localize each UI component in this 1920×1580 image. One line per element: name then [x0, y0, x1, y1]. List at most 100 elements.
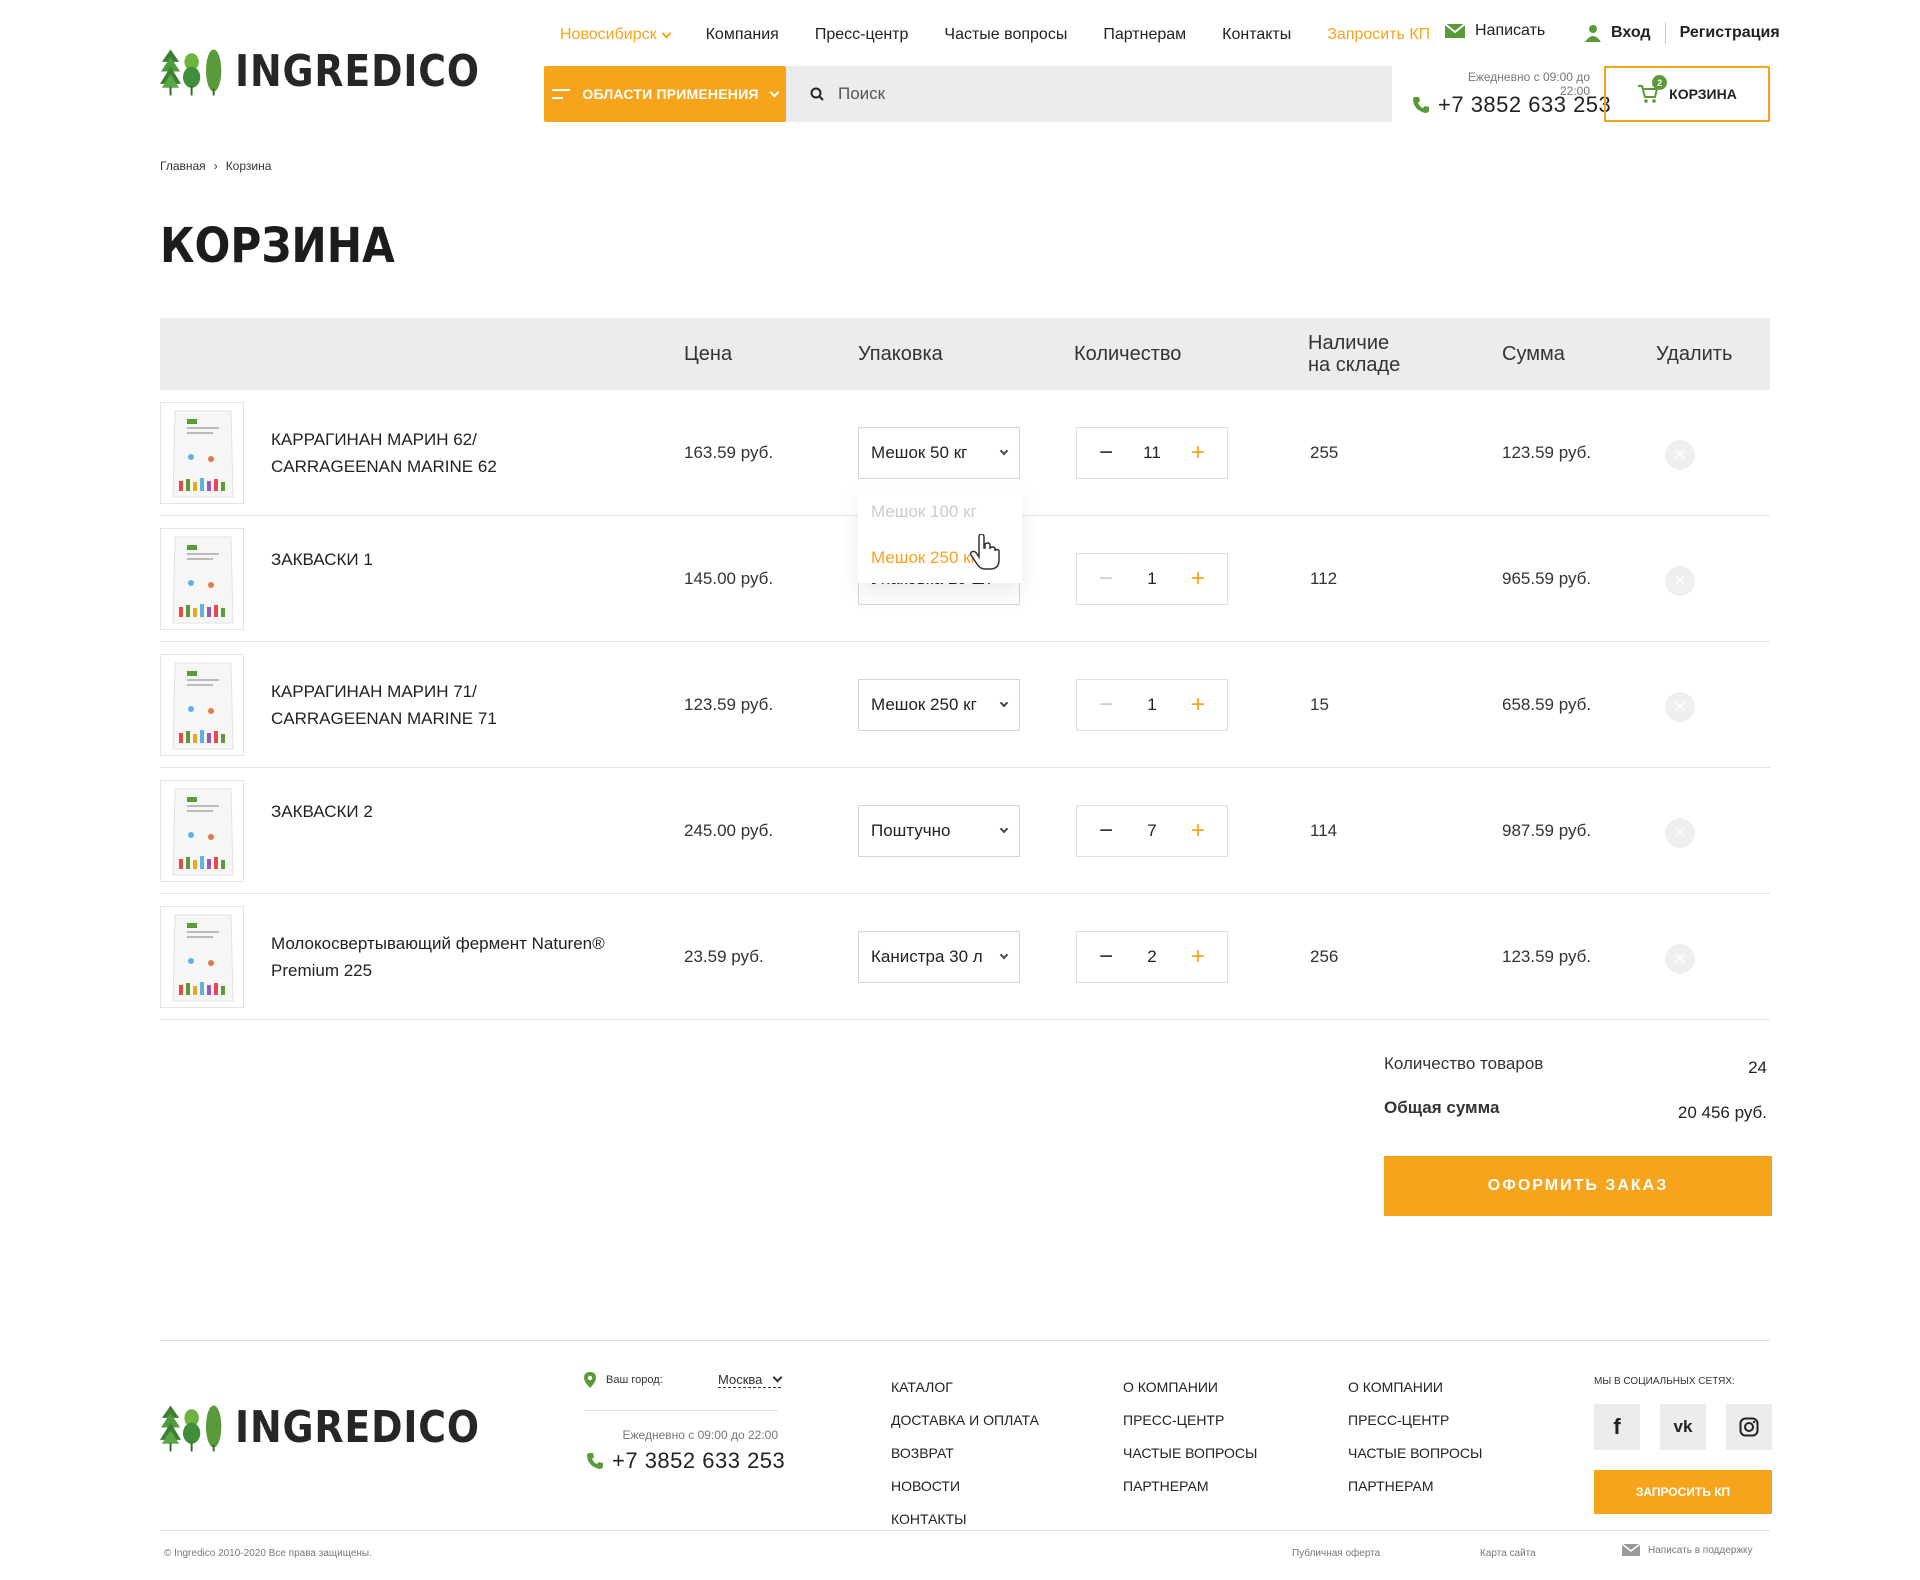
request-kp-link[interactable]: Запросить КП [1327, 26, 1430, 44]
footer-city-selector[interactable]: Ваш город: Москва [584, 1372, 783, 1388]
product-name[interactable]: ЗАКВАСКИ 1 [271, 516, 611, 642]
footer-request-kp-button[interactable]: ЗАПРОСИТЬ КП [1594, 1470, 1772, 1514]
nav-press[interactable]: Пресс-центр [815, 26, 909, 44]
nav-contacts[interactable]: Контакты [1222, 26, 1291, 44]
write-link[interactable]: Написать [1445, 22, 1545, 40]
phone-link[interactable]: +7 3852 633 253 [1412, 92, 1611, 118]
nav-partners[interactable]: Партнерам [1103, 26, 1186, 44]
search-input[interactable]: Поиск [786, 66, 1392, 122]
chevron-down-icon [999, 698, 1009, 708]
facebook-button[interactable]: f [1594, 1404, 1640, 1450]
product-thumbnail[interactable] [160, 654, 244, 756]
city-selector[interactable]: Новосибирск [560, 26, 672, 44]
nav-company[interactable]: Компания [706, 26, 779, 44]
minus-button[interactable]: − [1099, 441, 1113, 465]
footer-logo[interactable]: INGREDICO [160, 1374, 520, 1480]
product-name[interactable]: ЗАКВАСКИ 2 [271, 768, 611, 894]
footer-link[interactable]: ЧАСТЫЕ ВОПРОСЫ [1123, 1436, 1257, 1469]
quantity-value[interactable]: 2 [1147, 947, 1156, 967]
plus-button[interactable]: + [1191, 693, 1205, 717]
pack-select[interactable]: Канистра 30 л [858, 931, 1020, 983]
product-name[interactable]: Молокосвертывающий фермент Naturen® Prem… [271, 894, 611, 1020]
minus-button[interactable]: − [1099, 567, 1113, 591]
delete-button[interactable]: ✕ [1665, 440, 1695, 470]
top-nav: Новосибирск Компания Пресс-центр Частые … [560, 22, 1466, 48]
instagram-button[interactable] [1726, 1404, 1772, 1450]
footer-city-name: Москва [718, 1372, 763, 1387]
product-price: 245.00 руб. [684, 821, 774, 840]
pack-select[interactable]: Мешок 50 кг [858, 427, 1020, 479]
footer-link[interactable]: НОВОСТИ [891, 1469, 1039, 1502]
support-label: Написать в поддержку [1648, 1544, 1753, 1556]
product-package-icon [172, 536, 234, 624]
logo-trees-icon [160, 1405, 222, 1452]
plus-button[interactable]: + [1191, 945, 1205, 969]
footer-link[interactable]: ПАРТНЕРАМ [1123, 1469, 1257, 1502]
checkout-button[interactable]: ОФОРМИТЬ ЗАКАЗ [1384, 1156, 1772, 1216]
login-link[interactable]: Вход [1611, 24, 1651, 42]
support-link[interactable]: Написать в поддержку [1622, 1544, 1753, 1556]
footer-link[interactable]: ПАРТНЕРАМ [1348, 1469, 1482, 1502]
sitemap-link[interactable]: Карта сайта [1480, 1548, 1536, 1559]
delete-button[interactable]: ✕ [1665, 566, 1695, 596]
cart-count-badge: 2 [1652, 75, 1668, 90]
footer-link[interactable]: О КОМПАНИИ [1348, 1370, 1482, 1403]
nav-faq[interactable]: Частые вопросы [944, 26, 1067, 44]
cart-button[interactable]: 2 КОРЗИНА [1604, 66, 1770, 122]
delete-button[interactable]: ✕ [1665, 692, 1695, 722]
logo-text: INGREDICO [235, 45, 481, 97]
product-thumbnail[interactable] [160, 906, 244, 1008]
chevron-down-icon [772, 1372, 783, 1383]
footer-phone-number: +7 3852 633 253 [612, 1448, 786, 1473]
product-name[interactable]: КАРРАГИНАН МАРИН 71/ CARRAGEENAN MARINE … [271, 642, 611, 768]
footer-link[interactable]: ПРЕСС-ЦЕНТР [1348, 1403, 1482, 1436]
footer-divider [160, 1340, 1770, 1341]
product-thumbnail[interactable] [160, 402, 244, 504]
offer-link[interactable]: Публичная оферта [1292, 1548, 1380, 1559]
plus-button[interactable]: + [1191, 441, 1205, 465]
city-label: Новосибирск [560, 26, 657, 43]
vk-button[interactable]: vk [1660, 1404, 1706, 1450]
plus-button[interactable]: + [1191, 567, 1205, 591]
quantity-value[interactable]: 1 [1147, 695, 1156, 715]
quantity-value[interactable]: 1 [1147, 569, 1156, 589]
footer-link[interactable]: КАТАЛОГ [891, 1370, 1039, 1403]
footer-link[interactable]: ДОСТАВКА И ОПЛАТА [891, 1403, 1039, 1436]
delete-button[interactable]: ✕ [1665, 818, 1695, 848]
logo[interactable]: INGREDICO [160, 18, 520, 124]
quantity-value[interactable]: 11 [1143, 443, 1161, 463]
minus-button[interactable]: − [1099, 693, 1113, 717]
footer-link[interactable]: ВОЗВРАТ [891, 1436, 1039, 1469]
header-qty: Количество [1074, 343, 1182, 365]
close-icon: ✕ [1673, 573, 1687, 590]
quantity-value[interactable]: 7 [1147, 821, 1156, 841]
pack-select[interactable]: Поштучно [858, 805, 1020, 857]
footer-city-divider [584, 1410, 778, 1411]
plus-button[interactable]: + [1191, 819, 1205, 843]
minus-button[interactable]: − [1099, 819, 1113, 843]
row-sum: 987.59 руб. [1502, 821, 1592, 840]
divider [1664, 22, 1666, 44]
chevron-down-icon [999, 950, 1009, 960]
product-thumbnail[interactable] [160, 528, 244, 630]
delete-button[interactable]: ✕ [1665, 944, 1695, 974]
footer-link[interactable]: О КОМПАНИИ [1123, 1370, 1257, 1403]
breadcrumb-home[interactable]: Главная [160, 159, 206, 173]
register-link[interactable]: Регистрация [1680, 24, 1780, 42]
footer-city-value[interactable]: Москва [718, 1372, 783, 1388]
table-row: КАРРАГИНАН МАРИН 71/ CARRAGEENAN MARINE … [160, 642, 1770, 768]
footer-phone[interactable]: +7 3852 633 253 [586, 1448, 785, 1474]
product-thumbnail[interactable] [160, 780, 244, 882]
social-title: МЫ В СОЦИАЛЬНЫХ СЕТЯХ: [1594, 1376, 1735, 1387]
dropdown-option[interactable]: Мешок 100 кг [858, 489, 1022, 535]
pack-select[interactable]: Мешок 250 кг [858, 679, 1020, 731]
instagram-icon [1739, 1417, 1759, 1437]
chevron-down-icon [999, 446, 1009, 456]
minus-button[interactable]: − [1099, 945, 1113, 969]
pack-select-value: Мешок 50 кг [871, 443, 968, 462]
areas-button[interactable]: ОБЛАСТИ ПРИМЕНЕНИЯ [544, 66, 786, 122]
product-price: 163.59 руб. [684, 443, 774, 462]
product-name[interactable]: КАРРАГИНАН МАРИН 62/ CARRAGEENAN MARINE … [271, 390, 611, 516]
footer-link[interactable]: ЧАСТЫЕ ВОПРОСЫ [1348, 1436, 1482, 1469]
footer-link[interactable]: ПРЕСС-ЦЕНТР [1123, 1403, 1257, 1436]
